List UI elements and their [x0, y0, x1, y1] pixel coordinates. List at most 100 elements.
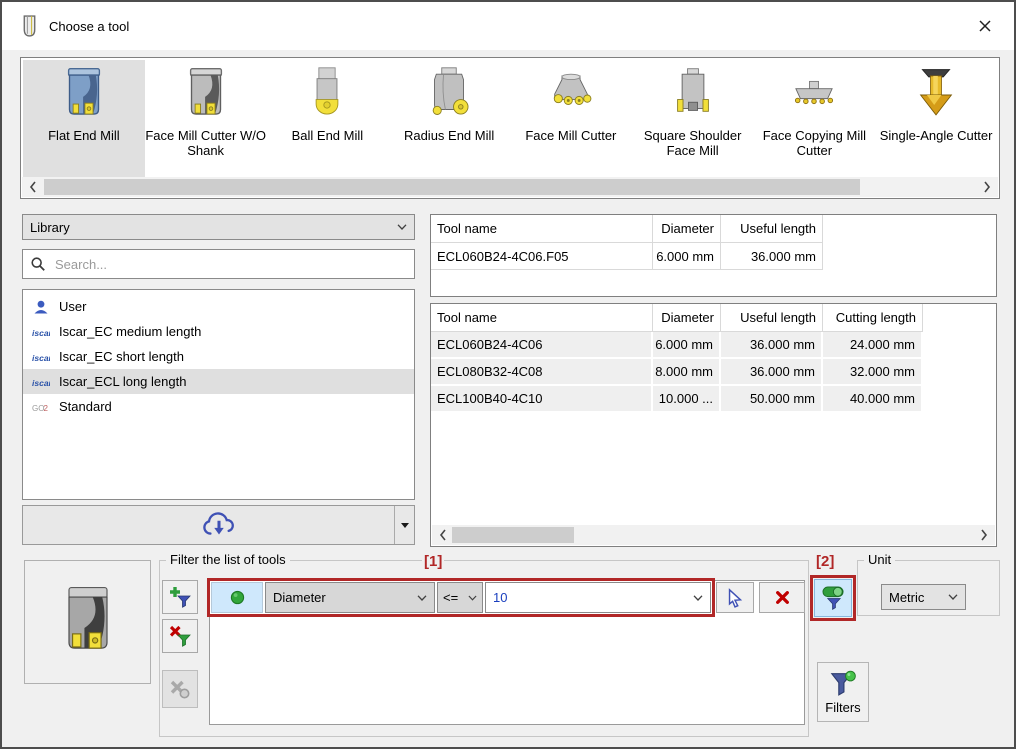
- download-dropdown-arrow[interactable]: [394, 506, 414, 544]
- red-x-icon: [775, 590, 790, 605]
- filter-attribute-dropdown[interactable]: Diameter: [265, 582, 435, 613]
- filter-value: 10: [493, 590, 507, 605]
- single-angle-cutter-icon: [906, 66, 966, 124]
- tool-type-strip: Flat End Mill Face Mill Cutter W/O Shank…: [20, 57, 1000, 199]
- filter-value-combobox[interactable]: 10: [485, 582, 711, 613]
- filters-button[interactable]: Filters: [817, 662, 869, 722]
- tool-type-item[interactable]: Flat End Mill: [23, 60, 145, 178]
- column-header[interactable]: Tool name: [431, 215, 653, 243]
- filter-operator-dropdown[interactable]: <=: [437, 582, 483, 613]
- green-dot-icon: [230, 590, 245, 605]
- table-row[interactable]: ECL080B32-4C08 8.000 mm 36.000 mm 32.000…: [431, 359, 996, 386]
- tool-type-label: Square Shoulder Face Mill: [632, 128, 754, 159]
- filter-status-cell[interactable]: [211, 582, 263, 613]
- column-header[interactable]: Cutting length: [823, 304, 923, 332]
- tool-type-label: Face Copying Mill Cutter: [754, 128, 876, 159]
- triangle-down-icon: [401, 523, 409, 528]
- filters-button-label: Filters: [825, 700, 860, 715]
- library-tools-table: Tool nameDiameterUseful lengthCutting le…: [430, 303, 997, 547]
- table-row[interactable]: ECL100B40-4C10 10.000 ... 50.000 mm 40.0…: [431, 386, 996, 413]
- tool-type-label: Flat End Mill: [48, 128, 120, 143]
- cloud-download-icon: [200, 512, 238, 539]
- table-row[interactable]: ECL060B24-4C06.F05 6.000 mm 36.000 mm: [431, 243, 996, 270]
- search-input[interactable]: [53, 256, 407, 273]
- tool-type-item[interactable]: Ball End Mill: [267, 60, 389, 178]
- table-scrollbar[interactable]: [432, 525, 995, 545]
- chevron-down-icon: [468, 595, 477, 601]
- column-header[interactable]: Diameter: [653, 304, 721, 332]
- library-tree-label: Iscar_EC medium length: [59, 324, 201, 339]
- column-header[interactable]: Useful length: [721, 215, 823, 243]
- iscar-icon: [32, 350, 50, 364]
- face-mill-cutter-icon: [541, 66, 601, 124]
- cursor-arrow-icon: [725, 588, 745, 608]
- column-header[interactable]: Useful length: [721, 304, 823, 332]
- chevron-down-icon: [693, 595, 703, 601]
- tool-type-label: Ball End Mill: [292, 128, 364, 143]
- library-tree-item[interactable]: Iscar_EC short length: [23, 344, 414, 369]
- download-from-cloud-button[interactable]: [22, 505, 415, 545]
- tool-type-item[interactable]: Single-Angle Cutter: [875, 60, 997, 178]
- add-filter-icon: [169, 586, 191, 608]
- delete-filter-button[interactable]: [162, 619, 198, 653]
- close-button[interactable]: [964, 10, 1006, 42]
- scroll-right-icon[interactable]: [975, 525, 993, 545]
- column-header[interactable]: Diameter: [653, 215, 721, 243]
- column-header[interactable]: Tool name: [431, 304, 653, 332]
- scroll-right-icon[interactable]: [978, 177, 996, 197]
- tool-strip-scrollbar[interactable]: [22, 177, 998, 197]
- tool-type-label: Radius End Mill: [404, 128, 494, 143]
- tool-type-item[interactable]: Radius End Mill: [388, 60, 510, 178]
- table-row[interactable]: ECL060B24-4C06 6.000 mm 36.000 mm 24.000…: [431, 332, 996, 359]
- disabled-x-icon: [169, 678, 191, 700]
- add-filter-button[interactable]: [162, 580, 198, 614]
- toggle-filter-button[interactable]: [814, 579, 852, 617]
- chevron-down-icon: [417, 595, 427, 601]
- library-tree-label: Iscar_ECL long length: [59, 374, 186, 389]
- standard-icon: [32, 400, 50, 414]
- window-title: Choose a tool: [49, 19, 129, 34]
- library-tree-item[interactable]: Iscar_EC medium length: [23, 319, 414, 344]
- ball-end-mill-icon: [297, 66, 357, 124]
- close-icon: [978, 19, 992, 33]
- pick-value-button[interactable]: [716, 582, 754, 613]
- unit-group-label: Unit: [864, 552, 895, 567]
- face-copying-mill-cutter-icon: [784, 66, 844, 124]
- library-tree-item[interactable]: User: [23, 294, 414, 319]
- iscar-icon: [32, 375, 50, 389]
- search-box: [22, 249, 415, 279]
- library-tree-label: Standard: [59, 399, 112, 414]
- tool-preview: [24, 560, 151, 684]
- scrollbar-thumb[interactable]: [452, 527, 574, 543]
- unit-dropdown-value: Metric: [889, 590, 924, 605]
- unit-dropdown[interactable]: Metric: [881, 584, 966, 610]
- filter-attribute-value: Diameter: [273, 590, 326, 605]
- tool-type-item[interactable]: Face Mill Cutter: [510, 60, 632, 178]
- filter-group-label: Filter the list of tools: [166, 552, 290, 567]
- scroll-left-icon[interactable]: [434, 525, 452, 545]
- filters-icon: [829, 670, 857, 698]
- radius-end-mill-icon: [419, 66, 479, 124]
- remove-filter-row-button[interactable]: [759, 582, 805, 613]
- selected-tool-table: Tool nameDiameterUseful length ECL060B24…: [430, 214, 997, 297]
- tool-type-item[interactable]: Square Shoulder Face Mill: [632, 60, 754, 178]
- square-shoulder-face-mill-icon: [663, 66, 723, 124]
- tool-type-item[interactable]: Face Mill Cutter W/O Shank: [145, 60, 267, 178]
- library-tree: User Iscar_EC medium length Iscar_EC sho…: [22, 289, 415, 500]
- scrollbar-thumb[interactable]: [44, 179, 860, 195]
- library-dropdown[interactable]: Library: [22, 214, 415, 240]
- library-dropdown-value: Library: [30, 220, 70, 235]
- search-icon: [30, 256, 46, 272]
- table-header-row: Tool nameDiameterUseful length: [431, 215, 996, 243]
- filter-operator-value: <=: [443, 590, 458, 605]
- iscar-icon: [32, 325, 50, 339]
- library-tree-label: Iscar_EC short length: [59, 349, 184, 364]
- scroll-left-icon[interactable]: [24, 177, 42, 197]
- title-bar: Choose a tool: [2, 2, 1014, 50]
- table-header-row: Tool nameDiameterUseful lengthCutting le…: [431, 304, 996, 332]
- choose-a-tool-dialog: Choose a tool Flat End Mill Face Mill Cu…: [0, 0, 1016, 749]
- library-tree-item[interactable]: Standard: [23, 394, 414, 419]
- library-tree-item[interactable]: Iscar_ECL long length: [23, 369, 414, 394]
- tool-type-item[interactable]: Face Copying Mill Cutter: [754, 60, 876, 178]
- chevron-down-icon: [397, 224, 407, 230]
